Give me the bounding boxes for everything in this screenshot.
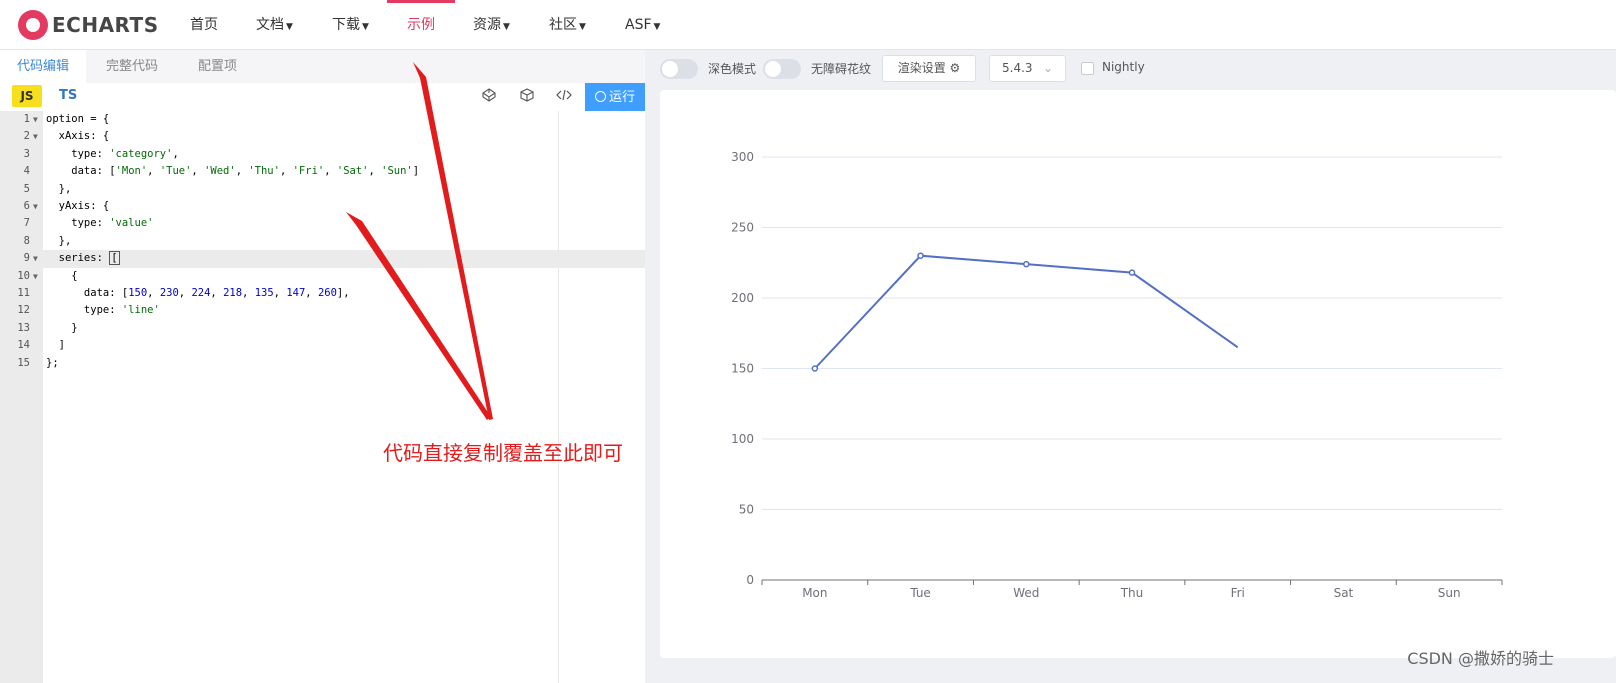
run-button-label: 运行 — [608, 90, 635, 105]
nav-item-home[interactable]: 首页 — [190, 0, 218, 50]
chevron-down-icon: ⌄ — [1042, 61, 1053, 75]
version-value: 5.4.3 — [1002, 61, 1033, 75]
gear-icon: ⚙ — [949, 61, 961, 75]
nav-item-download[interactable]: 下载 ▼ — [332, 0, 369, 50]
nightly-label: Nightly — [1102, 60, 1145, 74]
nav-item-label: 文档 — [256, 17, 284, 33]
lang-ts-button[interactable]: TS — [59, 85, 77, 107]
run-button[interactable]: 运行 — [585, 83, 645, 113]
aria-decal-label: 无障碍花纹 — [811, 62, 872, 76]
code-line: 1 ▼ option = { — [0, 111, 645, 128]
nav-item-label: 下载 — [332, 17, 360, 33]
data-point — [917, 252, 924, 259]
nightly-checkbox[interactable] — [1081, 62, 1094, 75]
x-tick-label: Fri — [1231, 586, 1245, 600]
play-icon — [594, 91, 606, 102]
nav-item-label: ASF — [625, 17, 652, 33]
echarts-logo-icon — [18, 10, 48, 40]
top-navigation: ECHARTS 首页 文档 ▼ 下载 ▼ 示例 资源 ▼ 社区 ▼ ASF ▼ — [0, 0, 1616, 50]
y-tick-label: 200 — [731, 291, 754, 305]
nav-item-asf[interactable]: ASF ▼ — [625, 0, 660, 50]
fold-icon[interactable]: ▼ — [33, 268, 38, 285]
nav-item-label: 示例 — [407, 17, 435, 33]
caret-down-icon: ▼ — [362, 22, 369, 32]
code-line: 5 }, — [23, 182, 72, 195]
tab-code-edit[interactable]: 代码编辑 — [0, 50, 87, 83]
y-tick-label: 50 — [739, 503, 754, 517]
fold-icon[interactable]: ▼ — [33, 250, 38, 267]
editor-tabs: 代码编辑 完整代码 配置项 — [0, 50, 645, 83]
render-settings-button[interactable]: 渲染设置 ⚙ — [882, 55, 976, 82]
chart-container: 0 50 100 150 200 250 300 Mon Tue Wed Thu Fri Sat Sun — [660, 90, 1616, 658]
logo-text: ECHARTS — [52, 13, 159, 37]
fold-icon[interactable]: ▼ — [33, 111, 38, 128]
data-point — [811, 365, 819, 372]
code-line: 2 ▼ xAxis: { — [0, 128, 645, 145]
line-chart: 0 50 100 150 200 250 300 Mon Tue Wed Thu Fri Sat Sun — [731, 150, 1503, 600]
render-settings-label: 渲染设置 — [897, 61, 946, 75]
codesandbox-icon[interactable] — [518, 88, 536, 106]
caret-down-icon: ▼ — [503, 22, 510, 32]
echarts-logo[interactable]: ECHARTS — [18, 9, 159, 41]
editor-toolbar: JS TS 运行 — [0, 83, 645, 113]
caret-down-icon: ▼ — [579, 22, 586, 32]
nav-item-resources[interactable]: 资源 ▼ — [473, 0, 510, 50]
x-tick-label: Wed — [1013, 586, 1039, 600]
tab-full-code[interactable]: 完整代码 — [86, 50, 178, 83]
code-line: 4 data: ['Mon', 'Tue', 'Wed', 'Thu', 'Fr… — [23, 165, 420, 178]
y-tick-label: 300 — [731, 150, 754, 164]
x-tick-label: Tue — [909, 586, 931, 600]
code-line: 8 }, — [23, 234, 72, 247]
code-line: 13 } — [17, 321, 78, 334]
y-tick-label: 150 — [731, 362, 754, 376]
code-line: 10 ▼ { — [0, 268, 645, 285]
code-line: 12 type: 'line' — [17, 304, 160, 317]
codepen-icon[interactable] — [480, 88, 498, 106]
y-tick-label: 0 — [746, 573, 754, 587]
y-tick-label: 250 — [731, 221, 754, 235]
dark-mode-toggle[interactable] — [660, 59, 698, 79]
tab-options[interactable]: 配置项 — [178, 50, 257, 83]
code-line: 6 ▼ yAxis: { — [0, 198, 645, 215]
lang-js-button[interactable]: JS — [12, 85, 42, 107]
x-tick-label: Mon — [802, 586, 827, 600]
code-line: 14 ] — [17, 339, 65, 352]
series-line — [814, 254, 1239, 370]
preview-panel: 深色模式 无障碍花纹 渲染设置 ⚙ 5.4.3 ⌄ Nightly 0 50 100 1… — [645, 50, 1616, 683]
code-editor[interactable]: 1 ▼ option = { 2 ▼ xAxis: { 3 type: 'catego… — [0, 111, 645, 683]
nav-item-docs[interactable]: 文档 ▼ — [256, 0, 293, 50]
code-line: 15}; — [17, 356, 59, 369]
nav-item-examples[interactable]: 示例 — [387, 0, 455, 50]
x-tick-label: Sat — [1334, 586, 1354, 600]
nav-item-label: 资源 — [473, 17, 501, 33]
aria-decal-toggle[interactable] — [763, 59, 801, 79]
version-select[interactable]: 5.4.3 ⌄ — [989, 55, 1066, 82]
code-line-active: 9 ▼ series: [ — [0, 250, 645, 268]
x-tick-label: Thu — [1120, 586, 1144, 600]
embed-code-icon[interactable] — [555, 88, 573, 106]
code-line: 11 data: [150, 230, 224, 218, 135, 147, … — [17, 287, 350, 299]
y-tick-label: 100 — [731, 432, 754, 446]
caret-down-icon: ▼ — [653, 22, 661, 32]
watermark: CSDN @撒娇的骑士 — [1407, 649, 1554, 668]
caret-down-icon: ▼ — [286, 22, 293, 32]
data-point — [1128, 269, 1136, 276]
editor-panel: 代码编辑 完整代码 配置项 JS TS 运行 1 ▼ option = { 2 ▼ x… — [0, 50, 645, 683]
code-line: 3 type: 'category', — [23, 147, 179, 160]
code-line: 7 type: 'value' — [23, 217, 154, 230]
fold-icon[interactable]: ▼ — [33, 198, 38, 215]
annotation-text: 代码直接复制覆盖至此即可 — [383, 441, 623, 465]
fold-icon[interactable]: ▼ — [33, 128, 38, 145]
nav-item-community[interactable]: 社区 ▼ — [549, 0, 586, 50]
nav-item-label: 社区 — [549, 17, 577, 33]
x-tick-label: Sun — [1438, 586, 1461, 600]
nav-item-label: 首页 — [190, 17, 218, 33]
data-point — [1023, 260, 1030, 268]
dark-mode-label: 深色模式 — [708, 62, 757, 76]
